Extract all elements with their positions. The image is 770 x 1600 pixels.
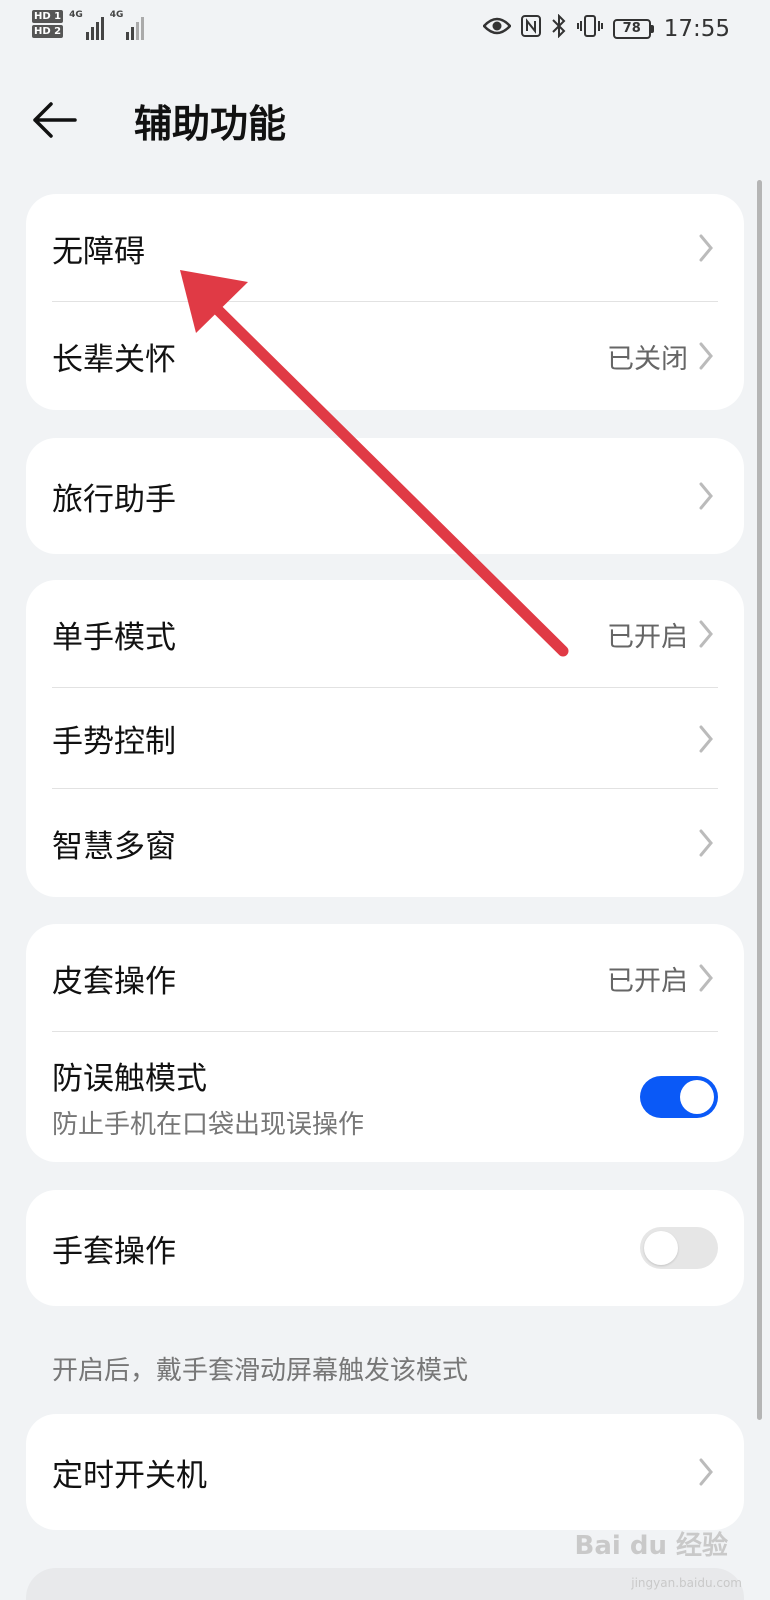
baidu-watermark: Bai du 经验	[574, 1531, 729, 1561]
baidu-watermark-url: jingyan.baidu.com	[631, 1576, 742, 1590]
annotation-arrow	[180, 270, 569, 657]
screen: HD 1 HD 2 4G 4G 78 17:55 辅助功能 无障碍 长辈关怀 已…	[0, 0, 770, 1600]
